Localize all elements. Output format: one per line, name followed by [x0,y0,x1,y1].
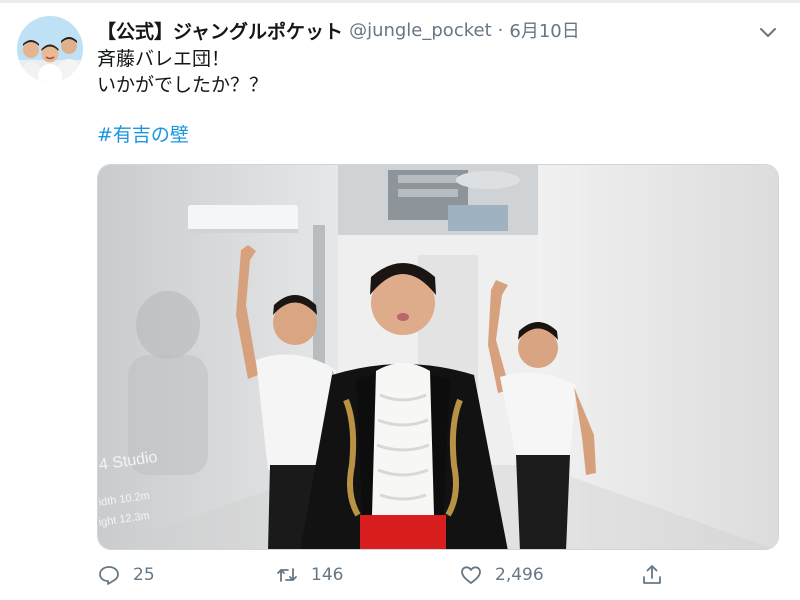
user-handle[interactable]: @jungle_pocket [349,20,492,41]
display-name[interactable]: 【公式】ジャングルポケット [97,17,343,44]
share-button[interactable] [640,560,664,590]
reply-button[interactable]: 25 [97,560,155,590]
separator-dot: · [497,19,504,41]
hashtag-link[interactable]: #有吉の壁 [97,122,189,148]
reply-count: 25 [133,565,155,585]
heart-icon [461,566,481,584]
retweet-button[interactable]: 146 [275,560,343,590]
media-image[interactable]: 4 Studio idth 10.2m ight 12.3m [97,164,779,550]
reply-icon [99,566,119,585]
retweet-count: 146 [311,565,344,585]
share-icon [643,565,661,584]
divider [0,0,800,3]
tweet-actions: 25 146 2,496 [97,560,697,590]
tweet-header: 【公式】ジャングルポケット @jungle_pocket · 6月10日 [97,16,580,44]
tweet-text: 斉藤バレエ団！ いかがでしたか？？ [97,46,268,98]
like-count: 2,496 [495,565,544,585]
tweet-date[interactable]: 6月10日 [509,17,579,43]
like-button[interactable]: 2,496 [459,560,544,590]
retweet-icon [277,568,297,582]
avatar[interactable] [17,16,83,82]
chevron-down-icon[interactable] [756,20,780,44]
tweet: 【公式】ジャングルポケット @jungle_pocket · 6月10日 斉藤バ… [0,0,800,600]
tweet-text-line: いかがでしたか？？ [97,74,269,96]
media-photo [98,165,778,549]
tweet-text-line: 斉藤バレエ団！ [97,48,231,70]
